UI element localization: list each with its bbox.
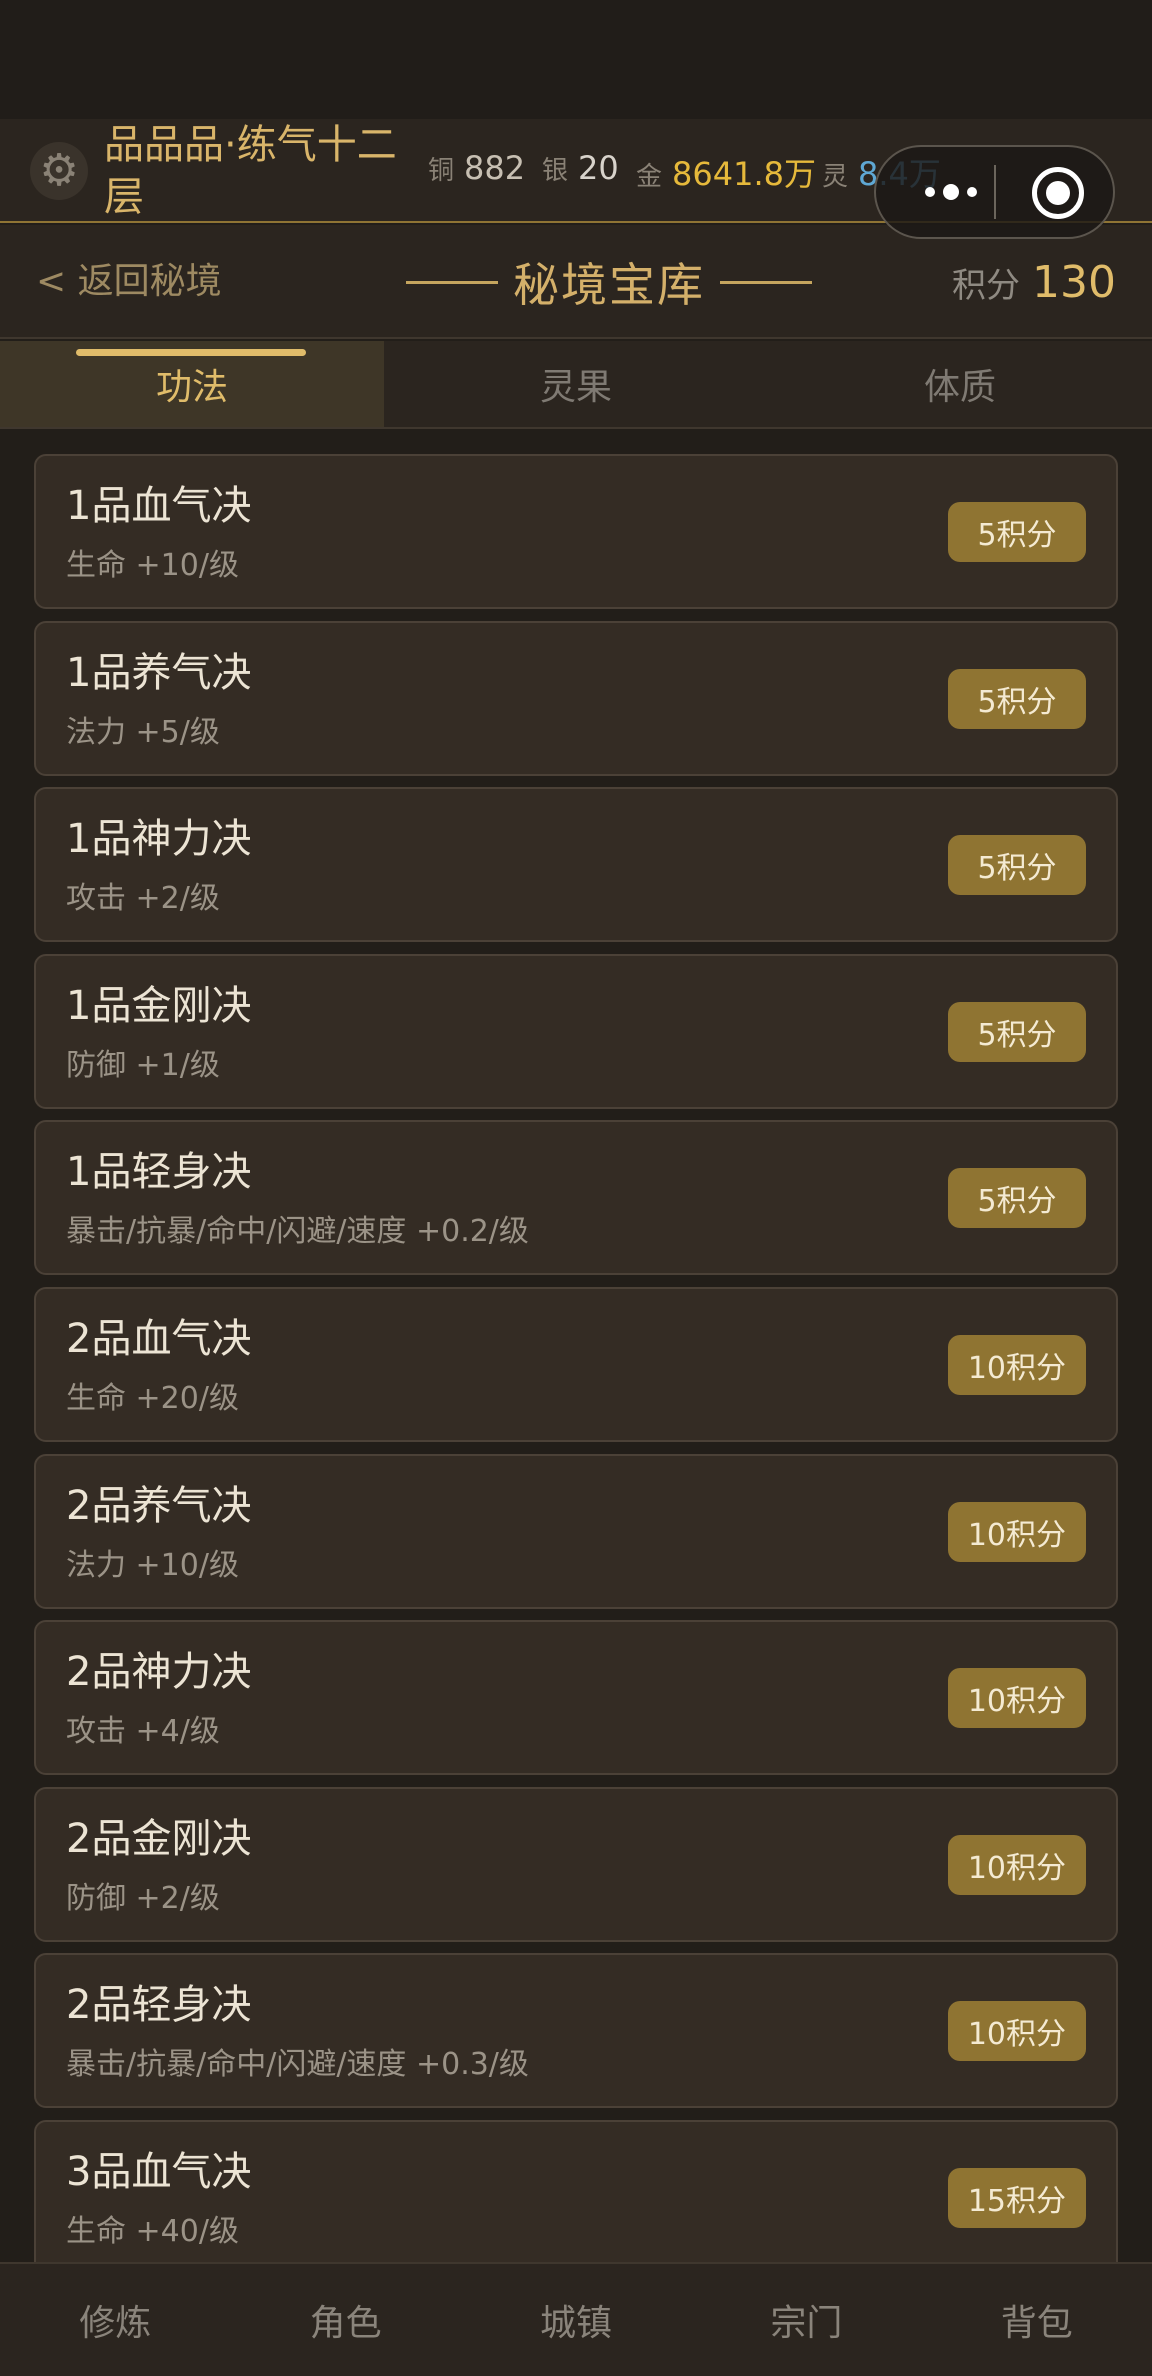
list-item: 1品血气决 生命 +10/级 5积分	[34, 454, 1118, 609]
item-name: 1品轻身决	[66, 1149, 252, 1196]
nav-item-zongmen[interactable]: 宗门	[691, 2264, 921, 2376]
buy-button[interactable]: 10积分	[947, 1501, 1086, 1562]
list-item: 1品神力决 攻击 +2/级 5积分	[34, 787, 1118, 943]
title-deco-right	[720, 280, 812, 284]
points-display: 积分 130	[952, 225, 1116, 339]
item-name: 2品神力决	[66, 1649, 252, 1696]
buy-button[interactable]: 5积分	[948, 668, 1086, 729]
currency-copper: 铜 882	[428, 149, 525, 193]
nav-item-juese[interactable]: 角色	[230, 2264, 460, 2376]
cultivation-rank: 品品品·练气十二层	[104, 122, 397, 220]
item-name: 1品神力决	[66, 816, 252, 863]
page-title: 秘境宝库	[406, 225, 812, 339]
currency-label: 灵	[822, 162, 849, 192]
item-desc: 生命 +20/级	[66, 1380, 239, 1416]
nav-item-chengzhen[interactable]: 城镇	[461, 2264, 691, 2376]
item-desc: 法力 +10/级	[66, 1547, 239, 1583]
buy-button[interactable]: 5积分	[948, 1168, 1086, 1229]
buy-button[interactable]: 10积分	[947, 1668, 1086, 1729]
item-name: 2品养气决	[66, 1482, 252, 1529]
title-deco-left	[406, 280, 498, 284]
item-name: 1品血气决	[66, 483, 252, 529]
list-item: 1品轻身决 暴击/抗暴/命中/闪避/速度 +0.2/级 5积分	[34, 1120, 1118, 1276]
player-header: ⚙ 品品品·练气十二层 铜 882 银 20 金 8641.8万 灵 8.4万	[0, 119, 1152, 239]
list-item: 2品养气决 法力 +10/级 10积分	[34, 1453, 1118, 1609]
miniprogram-capsule	[874, 145, 1115, 239]
page-title-text: 秘境宝库	[513, 258, 705, 312]
item-name: 1品养气决	[66, 649, 252, 696]
item-list[interactable]: 1品血气决 生命 +10/级 5积分 1品养气决 法力 +5/级 5积分 1品神…	[34, 454, 1118, 2262]
buy-button[interactable]: 10积分	[947, 2001, 1086, 2062]
currency-label: 铜	[428, 156, 455, 186]
more-dots-icon[interactable]	[906, 147, 996, 237]
item-desc: 法力 +5/级	[66, 714, 220, 750]
item-desc: 暴击/抗暴/命中/闪避/速度 +0.2/级	[66, 1214, 529, 1250]
item-desc: 防御 +1/级	[66, 1047, 220, 1083]
list-item: 2品神力决 攻击 +4/级 10积分	[34, 1620, 1118, 1776]
back-link[interactable]: < 返回秘境	[36, 225, 222, 339]
currency-value: 8641.8万	[672, 155, 816, 193]
item-desc: 攻击 +4/级	[66, 1714, 220, 1750]
list-item: 3品血气决 生命 +40/级 15积分	[34, 2119, 1118, 2262]
list-item: 2品轻身决 暴击/抗暴/命中/闪避/速度 +0.3/级 10积分	[34, 1953, 1118, 2109]
currency-label: 金	[636, 162, 663, 192]
currency-gold: 金 8641.8万	[636, 149, 816, 193]
item-desc: 攻击 +2/级	[66, 881, 220, 917]
buy-button[interactable]: 10积分	[947, 1334, 1086, 1395]
item-desc: 生命 +40/级	[66, 2213, 239, 2249]
currency-value: 882	[464, 149, 526, 187]
item-name: 2品金刚决	[66, 1815, 252, 1862]
nav-item-xiulian[interactable]: 修炼	[0, 2264, 230, 2376]
bottom-nav: 修炼 角色 城镇 宗门 背包	[0, 2262, 1152, 2376]
capsule-divider	[994, 165, 996, 219]
buy-button[interactable]: 15积分	[947, 2167, 1086, 2228]
tab-gongfa[interactable]: 功法	[0, 341, 384, 427]
item-name: 2品血气决	[66, 1315, 252, 1362]
buy-button[interactable]: 10积分	[947, 1834, 1086, 1895]
target-close-icon[interactable]	[1032, 167, 1084, 219]
buy-button[interactable]: 5积分	[948, 1001, 1086, 1062]
gear-icon[interactable]: ⚙	[30, 142, 88, 200]
buy-button[interactable]: 5积分	[948, 835, 1086, 896]
tab-lingguo[interactable]: 灵果	[384, 341, 768, 427]
title-bar: < 返回秘境 秘境宝库 积分 130	[0, 225, 1152, 339]
buy-button[interactable]: 5积分	[948, 502, 1086, 562]
points-value: 130	[1032, 256, 1116, 308]
item-name: 2品轻身决	[66, 1982, 252, 2029]
list-item: 2品血气决 生命 +20/级 10积分	[34, 1286, 1118, 1442]
currency-silver: 银 20	[542, 149, 619, 193]
currency-value: 20	[578, 149, 619, 187]
item-desc: 生命 +10/级	[66, 548, 239, 583]
item-desc: 暴击/抗暴/命中/闪避/速度 +0.3/级	[66, 2047, 529, 2083]
list-item: 2品金刚决 防御 +2/级 10积分	[34, 1786, 1118, 1942]
list-item: 1品养气决 法力 +5/级 5积分	[34, 620, 1118, 776]
status-bar	[0, 0, 1152, 119]
item-name: 3品血气决	[66, 2148, 252, 2195]
tab-tizhi[interactable]: 体质	[768, 341, 1152, 427]
item-desc: 防御 +2/级	[66, 1880, 220, 1916]
nav-item-beibao[interactable]: 背包	[922, 2264, 1152, 2376]
currency-label: 银	[542, 156, 569, 186]
item-name: 1品金刚决	[66, 982, 252, 1029]
category-tabs: 功法 灵果 体质	[0, 341, 1152, 429]
points-label: 积分	[952, 265, 1021, 306]
list-item: 1品金刚决 防御 +1/级 5积分	[34, 953, 1118, 1109]
